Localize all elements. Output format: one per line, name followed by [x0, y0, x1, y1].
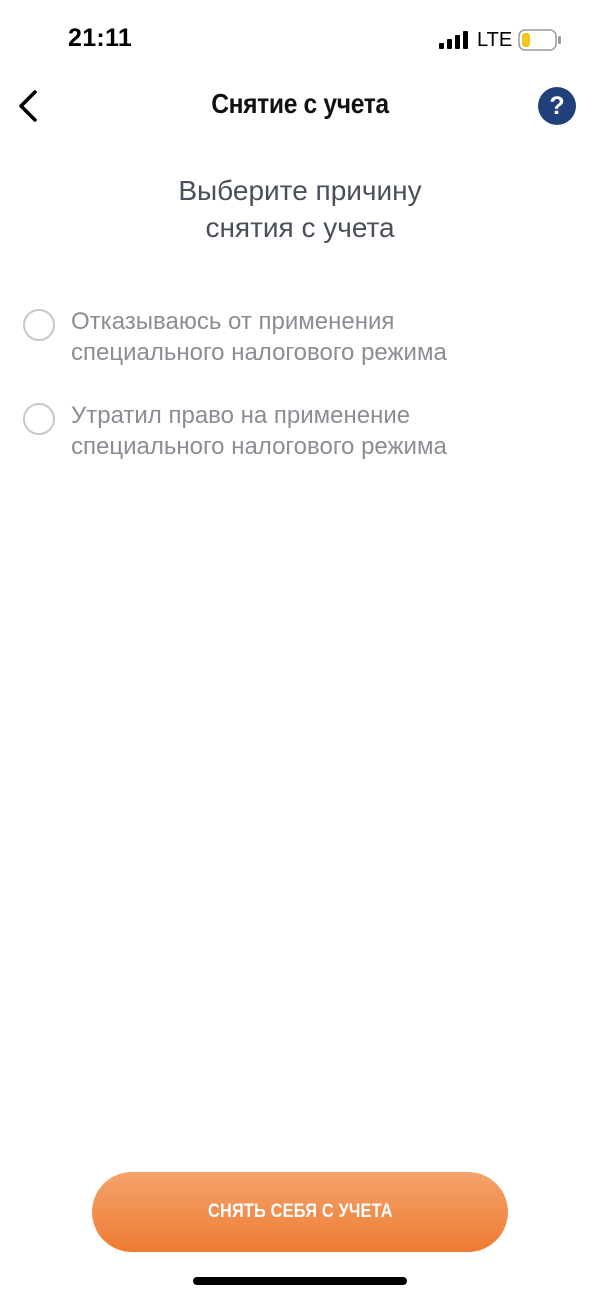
nav-bar: Снятие с учета ?	[0, 80, 600, 132]
option-label: Отказываюсь от применения специального н…	[71, 306, 581, 368]
option-label-line-1: Отказываюсь от применения	[71, 308, 395, 335]
option-label-line-2: специального налогового режима	[71, 339, 447, 366]
help-button[interactable]: ?	[538, 87, 576, 125]
deregister-button[interactable]: СНЯТЬ СЕБЯ С УЧЕТА	[92, 1172, 508, 1252]
signal-bars-icon	[439, 31, 468, 49]
network-type: LTE	[477, 29, 513, 51]
radio-button[interactable]	[23, 309, 55, 341]
reason-option-lost-right[interactable]: Утратил право на применение специального…	[0, 400, 600, 470]
option-label-line-1: Утратил право на применение	[71, 402, 411, 429]
option-label-line-2: специального налогового режима	[71, 433, 447, 460]
reason-option-refuse[interactable]: Отказываюсь от применения специального н…	[0, 306, 600, 376]
heading-line-1: Выберите причину	[178, 175, 422, 206]
heading-line-2: снятия с учета	[205, 212, 395, 243]
radio-button[interactable]	[23, 403, 55, 435]
page-heading: Выберите причину снятия с учета	[100, 172, 500, 246]
battery-low-icon	[518, 29, 561, 51]
home-indicator[interactable]	[193, 1277, 407, 1285]
option-label: Утратил право на применение специального…	[71, 400, 581, 462]
page-title: Снятие с учета	[211, 88, 389, 119]
status-bar: 21:11 LTE	[0, 0, 600, 80]
status-time: 21:11	[68, 24, 133, 52]
deregister-button-label: СНЯТЬ СЕБЯ С УЧЕТА	[207, 1201, 393, 1222]
